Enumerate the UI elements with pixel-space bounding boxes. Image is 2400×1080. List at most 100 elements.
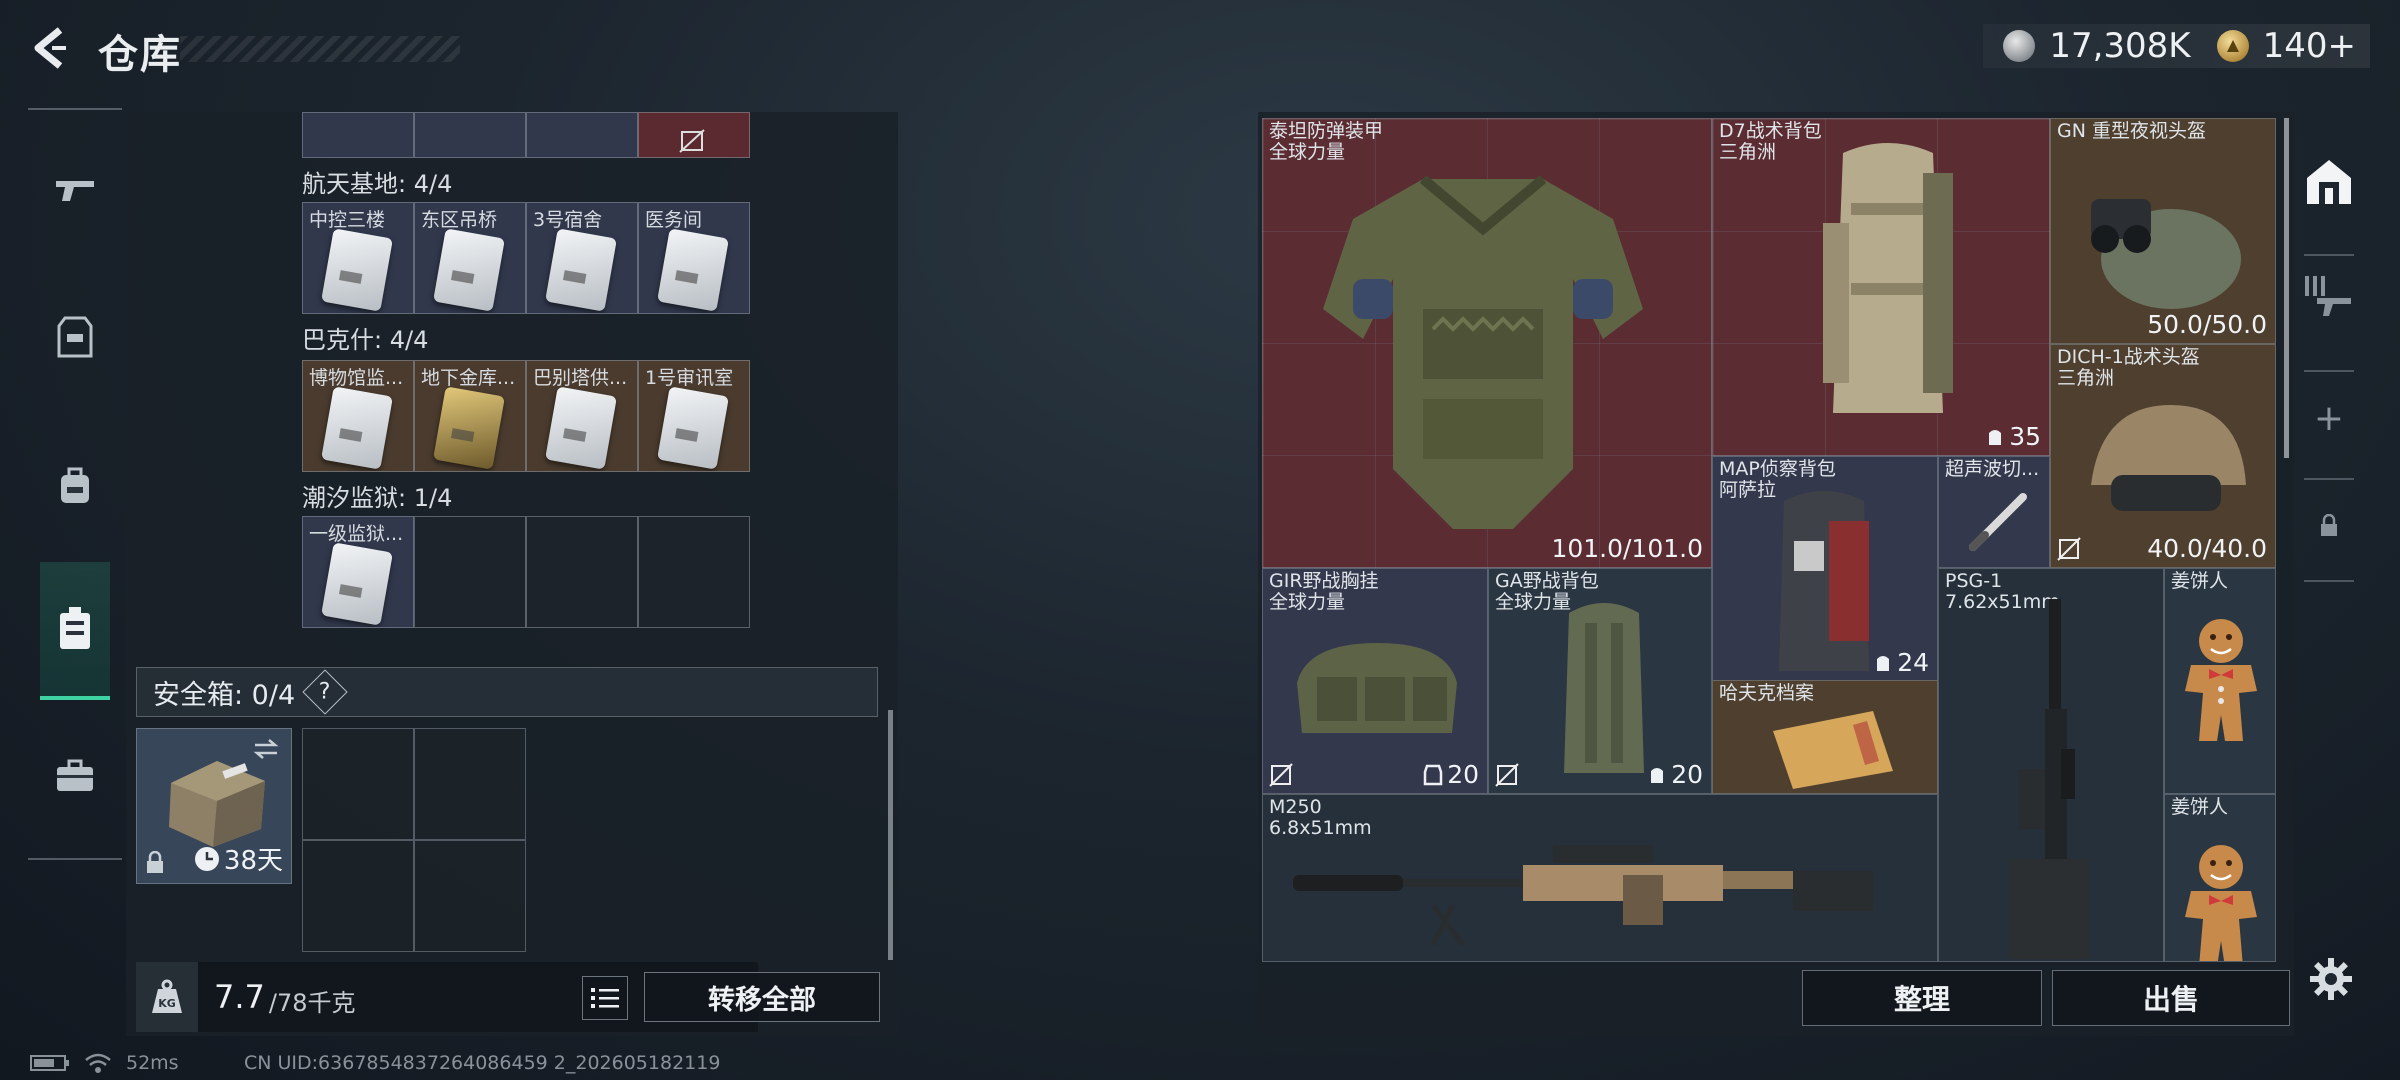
gold-coin-icon xyxy=(2216,30,2249,62)
inventory-item-haffuke-file[interactable]: 哈夫克档案 xyxy=(1712,680,1938,794)
safe-box-header: 安全箱: 0/4 ? xyxy=(136,667,878,717)
inventory-item-ultrasonic-cutter[interactable]: 超声波切... xyxy=(1938,456,2050,568)
nav-item-armor[interactable] xyxy=(40,302,110,372)
keycard-slot[interactable] xyxy=(638,112,750,158)
settings-button[interactable] xyxy=(2304,952,2358,1006)
safe-box-grid xyxy=(302,728,526,952)
transfer-all-button[interactable]: 转移全部 xyxy=(644,972,880,1022)
keycard-slot[interactable] xyxy=(302,112,414,158)
backpack-image xyxy=(1779,491,1869,671)
safe-slot[interactable] xyxy=(414,728,526,840)
nav-item-weapons[interactable] xyxy=(40,154,110,224)
no-insure-icon xyxy=(1269,763,1293,787)
nav-item-backpack[interactable] xyxy=(40,450,110,520)
inventory-item-dich-helmet[interactable]: DICH-1战术头盔 三角洲 40.0/40.0 xyxy=(2050,344,2276,568)
item-count: 35 xyxy=(1985,422,2041,451)
rail-item-lock[interactable] xyxy=(2294,496,2364,556)
keycard-slot[interactable]: 巴别塔供... xyxy=(526,360,638,472)
keycard-slot[interactable]: 1号审讯室 xyxy=(638,360,750,472)
helmet-image xyxy=(2091,405,2246,511)
item-label: M250 6.8x51mm xyxy=(1269,796,1372,839)
gold-amount[interactable]: 140+ xyxy=(2263,26,2356,66)
rail-item-home[interactable] xyxy=(2294,150,2364,214)
rail-divider xyxy=(2304,580,2354,582)
wifi-icon xyxy=(85,1053,111,1073)
uid-text: CN UID:6367854837264086459 2_20260518211… xyxy=(244,1052,721,1074)
inventory-item-m250[interactable]: M250 6.8x51mm xyxy=(1262,794,1938,962)
plus-icon: + xyxy=(2313,397,2345,439)
safe-slot[interactable] xyxy=(414,840,526,952)
inventory-item-ga-backpack[interactable]: GA野战背包 全球力量 20 xyxy=(1488,568,1712,794)
keycard-slot[interactable]: 医务间 xyxy=(638,202,750,314)
rail-item-weapon-rack[interactable] xyxy=(2294,264,2364,328)
inventory-item-d7-backpack[interactable]: D7战术背包 三角洲 35 xyxy=(1712,118,2050,456)
home-base-icon xyxy=(2307,160,2351,204)
nav-item-toolbox[interactable] xyxy=(40,740,110,810)
inventory-item-psg1[interactable]: PSG-1 7.62x51mm xyxy=(1938,568,2164,962)
empty-slot[interactable] xyxy=(526,516,638,628)
keycard-image xyxy=(545,228,617,312)
clock-icon xyxy=(194,846,219,871)
item-label: GIR野战胸挂 全球力量 xyxy=(1269,570,1379,613)
rail-divider xyxy=(2304,370,2354,372)
no-insure-icon xyxy=(679,129,705,153)
safe-slot[interactable] xyxy=(302,840,414,952)
keycard-slot[interactable]: 3号宿舍 xyxy=(526,202,638,314)
keycard-slot[interactable] xyxy=(526,112,638,158)
lock-icon xyxy=(2321,514,2337,536)
item-count: 20 xyxy=(1647,760,1703,789)
cutter-image xyxy=(1969,493,2027,551)
empty-slot[interactable] xyxy=(414,516,526,628)
inventory-item-gir-chest-rig[interactable]: GIR野战胸挂 全球力量 20 xyxy=(1262,568,1488,794)
keycard-image xyxy=(321,386,393,470)
page-title: 仓库 xyxy=(98,32,182,78)
right-rail: + xyxy=(2294,112,2364,1002)
inventory-scrollbar[interactable] xyxy=(2284,118,2289,458)
weapon-icon xyxy=(56,181,94,201)
keycard-slot[interactable] xyxy=(414,112,526,158)
empty-slot[interactable] xyxy=(638,516,750,628)
capacity-icon xyxy=(1651,767,1664,783)
help-icon[interactable]: ? xyxy=(302,669,348,715)
safe-box-item[interactable]: 38天 xyxy=(136,728,292,884)
gear-icon xyxy=(2310,958,2352,1000)
item-label: GN 重型夜视头盔 xyxy=(2057,120,2206,142)
inventory-item-gn-helmet[interactable]: GN 重型夜视头盔 50.0/50.0 xyxy=(2050,118,2276,344)
weight-current: 7.7 xyxy=(214,978,265,1016)
inventory-item-gingerbread[interactable]: 姜饼人 xyxy=(2164,568,2276,794)
stash-scrollbar[interactable] xyxy=(888,710,893,960)
gingerbread-image xyxy=(2185,619,2257,741)
armor-vest-image xyxy=(1323,175,1643,529)
rifle-image xyxy=(2009,599,2089,959)
keycard-slot[interactable]: 中控三楼 xyxy=(302,202,414,314)
sell-button[interactable]: 出售 xyxy=(2052,970,2290,1026)
keycard-slot[interactable]: 地下金库... xyxy=(414,360,526,472)
weight-kg-icon: KG xyxy=(136,962,198,1032)
inventory-item-gingerbread[interactable]: 姜饼人 xyxy=(2164,794,2276,962)
durability-value: 50.0/50.0 xyxy=(2147,310,2267,339)
rail-item-add[interactable]: + xyxy=(2294,388,2364,448)
durability-value: 101.0/101.0 xyxy=(1551,534,1703,563)
durability-value: 40.0/40.0 xyxy=(2147,534,2267,563)
keycard-image xyxy=(657,228,729,312)
chevron-left-icon xyxy=(34,27,66,69)
weapon-rack-icon xyxy=(2305,276,2351,316)
sort-button[interactable]: 整理 xyxy=(1802,970,2042,1026)
keycard-label: 1号审讯室 xyxy=(645,367,734,389)
inventory-item-armor[interactable]: 泰坦防弹装甲 全球力量 101.0/101.0 xyxy=(1262,118,1712,568)
keycard-image xyxy=(321,228,393,312)
safe-slot[interactable] xyxy=(302,728,414,840)
back-button[interactable] xyxy=(28,24,72,72)
group-title: 航天基地: 4/4 xyxy=(302,170,453,198)
keycard-slot[interactable]: 东区吊桥 xyxy=(414,202,526,314)
nav-divider xyxy=(28,108,122,110)
list-view-button[interactable] xyxy=(582,976,628,1020)
keycard-slot[interactable]: 博物馆监... xyxy=(302,360,414,472)
nav-item-locker[interactable] xyxy=(40,562,110,700)
keycard-label: 医务间 xyxy=(645,209,703,231)
armor-vest-icon xyxy=(57,316,93,358)
duration-text: 38天 xyxy=(223,846,283,876)
backpack-image xyxy=(1564,603,1644,773)
keycard-row: 一级监狱... xyxy=(302,516,750,628)
keycard-slot[interactable]: 一级监狱... xyxy=(302,516,414,628)
